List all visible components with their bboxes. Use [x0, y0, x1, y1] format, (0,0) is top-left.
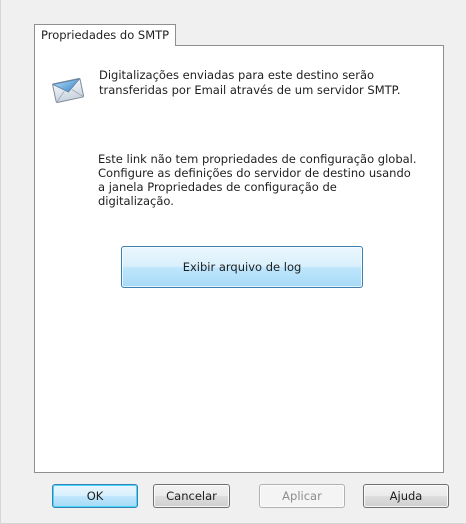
view-log-file-button[interactable]: Exibir arquivo de log: [121, 246, 363, 288]
tab-smtp-properties[interactable]: Propriedades do SMTP: [34, 24, 177, 46]
help-button[interactable]: Ajuda: [363, 484, 449, 508]
cancel-button[interactable]: Cancelar: [153, 484, 230, 508]
apply-button[interactable]: Aplicar: [259, 484, 345, 508]
smtp-properties-dialog: Propriedades do SMTP Digitalizações envi…: [0, 0, 466, 524]
tab-panel: Digitalizações enviadas para este destin…: [34, 45, 444, 473]
email-envelope-icon: [51, 78, 84, 103]
destination-description: Digitalizações enviadas para este destin…: [99, 68, 401, 97]
global-config-note: Este link não tem propriedades de config…: [98, 152, 417, 208]
ok-button[interactable]: OK: [52, 484, 138, 508]
